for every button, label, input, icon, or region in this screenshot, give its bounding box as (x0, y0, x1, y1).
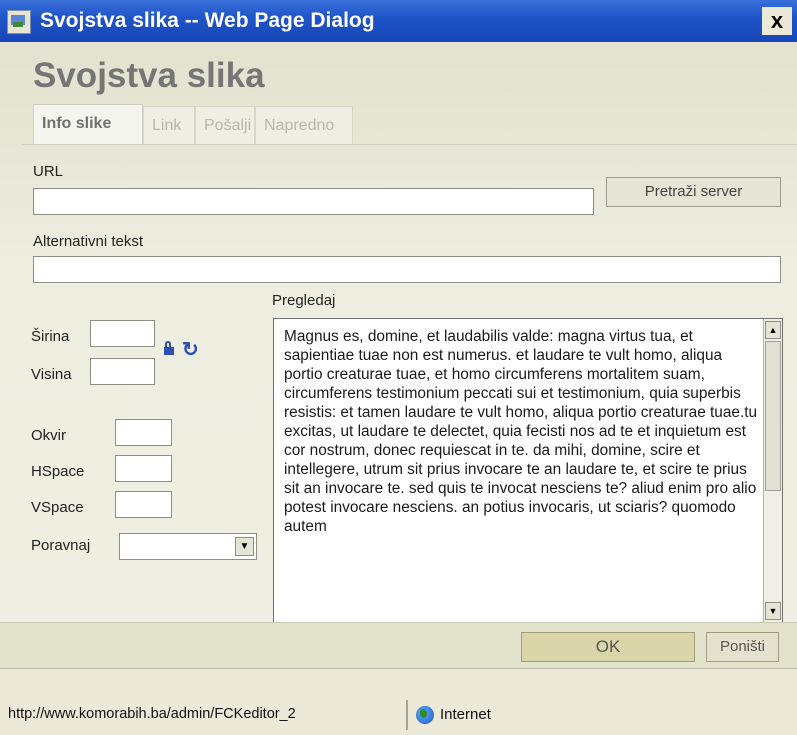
scroll-down-icon[interactable]: ▼ (765, 602, 781, 620)
url-label: URL (33, 163, 64, 180)
vspace-label: VSpace (31, 499, 84, 516)
dialog-app-icon (7, 10, 31, 34)
tab-link[interactable]: Link (143, 106, 195, 144)
preview-label: Pregledaj (272, 292, 336, 309)
ok-button[interactable]: OK (521, 632, 695, 662)
status-zone: Internet (440, 706, 491, 723)
alt-text-input[interactable] (33, 256, 781, 283)
scroll-thumb[interactable] (765, 341, 781, 491)
align-select[interactable]: ▼ (119, 533, 257, 560)
dialog-heading: Svojstva slika (33, 56, 265, 95)
tab-image-info[interactable]: Info slike (33, 104, 143, 144)
browse-server-button[interactable]: Pretraži server (606, 177, 781, 207)
hspace-label: HSpace (31, 463, 85, 480)
scroll-up-icon[interactable]: ▲ (765, 321, 781, 339)
globe-icon (416, 706, 434, 724)
window-title: Svojstva slika -- Web Page Dialog (40, 9, 375, 32)
height-label: Visina (31, 366, 72, 383)
chevron-down-icon[interactable]: ▼ (235, 537, 254, 556)
preview-scrollbar[interactable]: ▲ ▼ (763, 319, 782, 622)
tab-advanced[interactable]: Napredno (255, 106, 353, 144)
preview-box: Magnus es, domine, et laudabilis valde: … (273, 318, 783, 623)
close-button[interactable]: x (762, 7, 792, 35)
cancel-button[interactable]: Poništi (706, 632, 779, 662)
tab-upload[interactable]: Pošalji (195, 106, 255, 144)
vspace-input[interactable] (115, 491, 172, 518)
window-titlebar: Svojstva slika -- Web Page Dialog x (0, 0, 797, 42)
height-input[interactable] (90, 358, 155, 385)
lock-icon[interactable] (164, 341, 174, 355)
width-input[interactable] (90, 320, 155, 347)
width-label: Širina (31, 328, 70, 345)
border-input[interactable] (115, 419, 172, 446)
align-label: Poravnaj (31, 537, 91, 554)
status-divider (406, 700, 408, 730)
url-input[interactable] (33, 188, 594, 215)
status-url: http://www.komorabih.ba/admin/FCKeditor_… (8, 706, 296, 722)
border-label: Okvir (31, 427, 66, 444)
hspace-input[interactable] (115, 455, 172, 482)
status-bar (0, 668, 797, 735)
alt-text-label: Alternativni tekst (33, 233, 144, 250)
reset-size-icon[interactable]: ↻ (182, 340, 199, 360)
preview-text: Magnus es, domine, et laudabilis valde: … (284, 328, 758, 535)
